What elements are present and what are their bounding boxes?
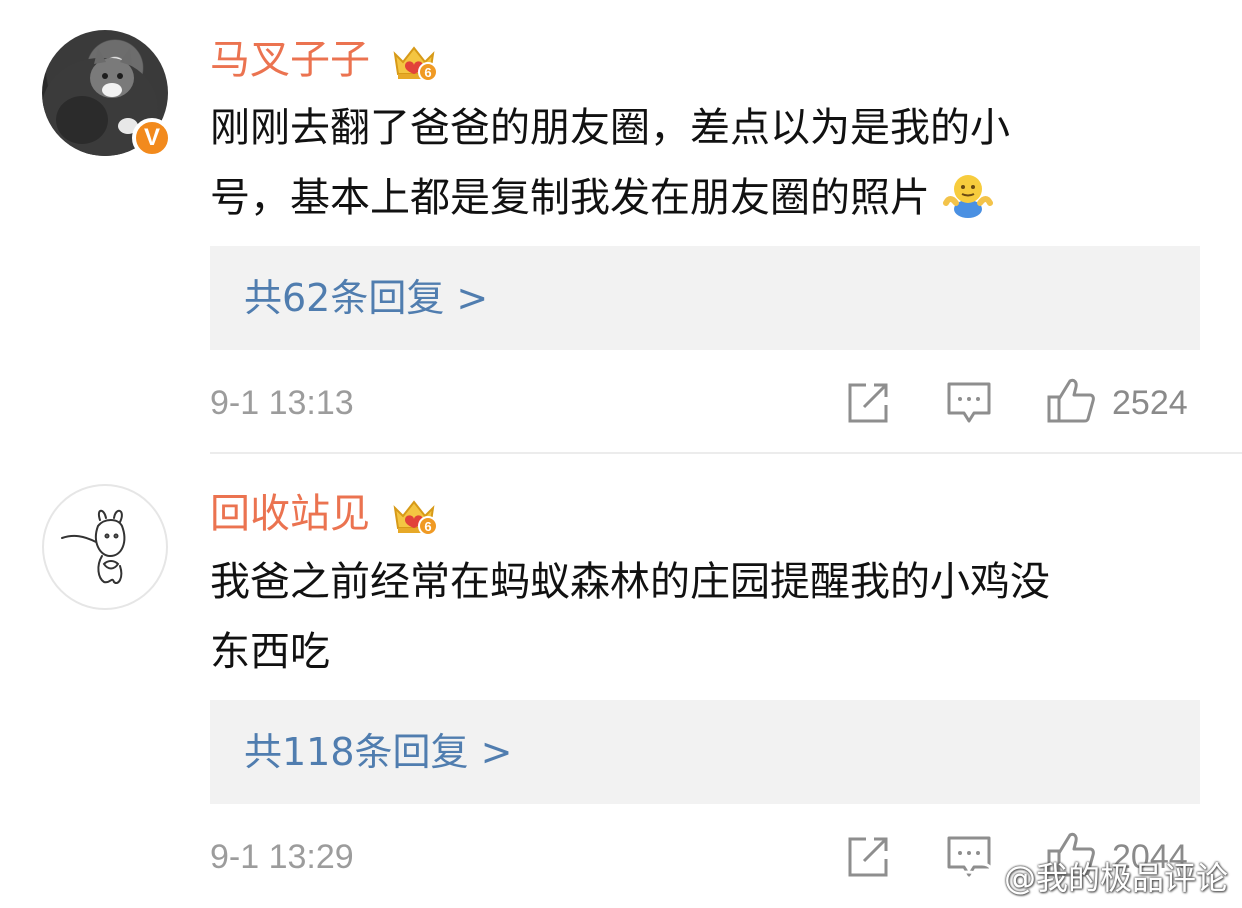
comment-icon[interactable] bbox=[946, 381, 992, 425]
comment-meta: 9-1 13:13 2524 bbox=[0, 373, 1242, 433]
weibo-logo-icon bbox=[948, 862, 994, 898]
comment-item: V 马叉子子 6 刚刚去翻了爸爸的朋友圈，差点以为是我的小 号，基本上都是复制我… bbox=[0, 0, 1242, 452]
user-avatar[interactable] bbox=[42, 484, 168, 610]
username[interactable]: 马叉子子 bbox=[210, 34, 370, 86]
comment-text: 刚刚去翻了爸爸的朋友圈，差点以为是我的小 号，基本上都是复制我发在朋友圈的照片 bbox=[210, 93, 1200, 233]
watermark-text: @我的极品评论 bbox=[1004, 859, 1229, 897]
repost-icon[interactable] bbox=[846, 835, 890, 879]
like-count: 2524 bbox=[1112, 384, 1188, 422]
comment-item: 回收站见 6 我爸之前经常在蚂蚁森林的庄园提醒我的小鸡没 东西吃 共118条回复… bbox=[0, 454, 1242, 908]
comment-text-line: 号，基本上都是复制我发在朋友圈的照片 bbox=[210, 175, 930, 221]
timestamp: 9-1 13:13 bbox=[210, 384, 354, 422]
thumbs-up-icon[interactable] bbox=[1046, 377, 1096, 423]
badge-level: 6 bbox=[424, 65, 431, 80]
crown-badge-icon: 6 bbox=[393, 500, 437, 536]
crown-badge-icon: 6 bbox=[393, 46, 437, 82]
badge-level: 6 bbox=[424, 519, 431, 534]
timestamp: 9-1 13:29 bbox=[210, 838, 354, 876]
verified-badge: V bbox=[132, 118, 172, 158]
comment-feed: V 马叉子子 6 刚刚去翻了爸爸的朋友圈，差点以为是我的小 号，基本上都是复制我… bbox=[0, 0, 1242, 908]
view-replies-link[interactable]: 共118条回复 > bbox=[244, 726, 512, 778]
comment-text-line-wrap: 号，基本上都是复制我发在朋友圈的照片 bbox=[210, 163, 1200, 233]
watermark: @我的极品评论 bbox=[948, 850, 1229, 906]
replies-box[interactable]: 共118条回复 > bbox=[210, 700, 1200, 804]
repost-icon[interactable] bbox=[846, 381, 890, 425]
comment-text-line: 我爸之前经常在蚂蚁森林的庄园提醒我的小鸡没 bbox=[210, 559, 1050, 605]
user-avatar[interactable]: V bbox=[42, 30, 172, 158]
username[interactable]: 回收站见 bbox=[210, 488, 370, 540]
comment-text-line: 东西吃 bbox=[210, 629, 330, 675]
avatar-drawing bbox=[42, 484, 168, 610]
comment-text: 我爸之前经常在蚂蚁森林的庄园提醒我的小鸡没 东西吃 bbox=[210, 547, 1200, 687]
view-replies-link[interactable]: 共62条回复 > bbox=[244, 272, 488, 324]
shrug-emoji-icon bbox=[943, 175, 993, 218]
comment-text-line: 刚刚去翻了爸爸的朋友圈，差点以为是我的小 bbox=[210, 105, 1010, 151]
replies-box[interactable]: 共62条回复 > bbox=[210, 246, 1200, 350]
